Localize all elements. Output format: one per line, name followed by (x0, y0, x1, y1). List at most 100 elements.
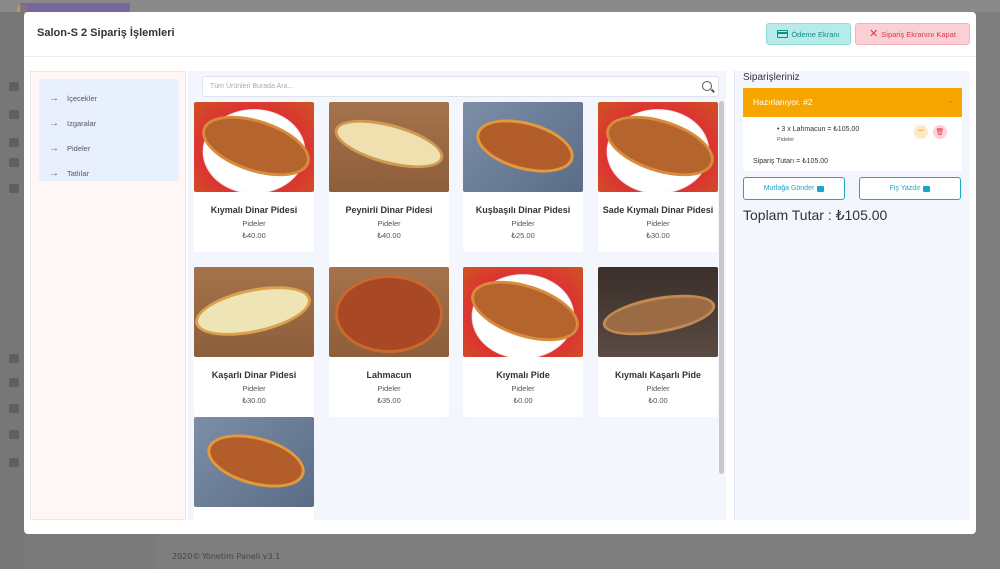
order-total: Toplam Tutar : ₺105.00 (743, 207, 888, 223)
printer-icon (817, 185, 825, 192)
product-name: Sade Kıymalı Dinar Pidesi (602, 205, 714, 215)
product-price: ₺0.00 (648, 396, 668, 405)
search-icon[interactable] (702, 81, 712, 91)
product-card[interactable]: Sade Kıymalı Dinar Pidesi Pideler ₺30.00 (598, 102, 718, 252)
product-panel: Tüm Ürünleri Burada Ara... Kıymalı Dinar… (188, 71, 726, 520)
product-card[interactable]: Peynirli Dinar Pidesi Pideler ₺40.00 (329, 102, 449, 267)
background-sidebar (0, 12, 24, 569)
order-status: Hazırlanıyor. #2 (753, 97, 813, 107)
product-name: Peynirli Dinar Pidesi (345, 205, 433, 215)
category-list: → İçecekler → Izgaralar → Pideler → Tatl… (39, 79, 179, 181)
product-card[interactable]: Kaşarlı Dinar Pidesi Pideler ₺30.00 (194, 267, 314, 417)
modal-header: Salon-S 2 Sipariş İşlemleri Ödeme Ekranı… (24, 12, 976, 57)
category-label: Pideler (67, 143, 91, 153)
home-icon (9, 82, 19, 91)
product-price: ₺40.00 (242, 231, 266, 240)
person-icon (9, 138, 19, 147)
product-name: Kıymalı Pide (496, 370, 550, 380)
payment-screen-label: Ödeme Ekranı (791, 29, 840, 39)
product-search-input[interactable]: Tüm Ürünleri Burada Ara... (202, 76, 719, 97)
close-icon: ✕ (869, 28, 879, 40)
menu-icon (9, 110, 19, 119)
search-placeholder: Tüm Ürünleri Burada Ara... (210, 83, 294, 90)
grid-icon (9, 184, 19, 193)
category-label: Tatlılar (67, 168, 90, 178)
chart-icon (9, 430, 19, 439)
product-name: Kıymalı Dinar Pidesi (210, 205, 298, 215)
product-card[interactable]: Kıymalı Dinar Pidesi Pideler ₺40.00 (194, 102, 314, 252)
product-name: Kuşbaşılı Dinar Pidesi (475, 205, 571, 215)
print-receipt-button[interactable]: Fiş Yazdır (859, 177, 961, 200)
send-to-kitchen-label: Mutfağa Gönder (763, 185, 815, 192)
user-circle-icon (9, 404, 19, 413)
users-icon (9, 458, 19, 467)
arrow-right-icon: → (49, 167, 59, 179)
product-name: Kaşarlı Dinar Pidesi (211, 370, 297, 380)
order-details: • 3 x Lahmacun = ₺105.00 Pideler − 🗑 Sip… (743, 117, 962, 171)
print-receipt-label: Fiş Yazdır (889, 185, 921, 192)
order-item-line: • 3 x Lahmacun = ₺105.00 (777, 126, 860, 133)
product-price: ₺40.00 (377, 231, 401, 240)
category-panel: → İçecekler → Izgaralar → Pideler → Tatl… (30, 71, 186, 520)
product-image (194, 417, 314, 507)
utensils-icon (9, 354, 19, 363)
chevron-down-icon: ⌄ (947, 96, 954, 105)
printer-icon (923, 185, 931, 192)
send-to-kitchen-button[interactable]: Mutfağa Gönder (743, 177, 845, 200)
background-header (0, 0, 1000, 12)
arrow-right-icon: → (49, 142, 59, 154)
product-category: Pideler (377, 219, 401, 228)
category-item-icecekler[interactable]: → İçecekler (49, 88, 97, 108)
product-category: Pideler (511, 219, 535, 228)
product-name: Kıymalı Kaşarlı Pide (614, 370, 702, 380)
product-price: ₺25.00 (511, 231, 535, 240)
product-price: ₺0.00 (513, 396, 533, 405)
payment-screen-button[interactable]: Ödeme Ekranı (766, 23, 851, 45)
category-label: İçecekler (67, 93, 98, 103)
delete-item-button[interactable]: 🗑 (933, 125, 947, 139)
product-category: Pideler (646, 219, 670, 228)
product-card[interactable]: Lahmacun Pideler ₺35.00 (329, 267, 449, 417)
truck-icon (9, 378, 19, 387)
close-order-screen-button[interactable]: ✕ Sipariş Ekranını Kapat (855, 23, 970, 45)
product-image (463, 267, 583, 357)
product-card[interactable] (194, 417, 314, 520)
order-modal: Salon-S 2 Sipariş İşlemleri Ödeme Ekranı… (24, 12, 976, 534)
category-item-tatlilar[interactable]: → Tatlılar (49, 163, 89, 183)
order-status-header[interactable]: Hazırlanıyor. #2 ⌄ (743, 88, 962, 117)
category-label: Izgaralar (67, 118, 97, 128)
close-order-screen-label: Sipariş Ekranını Kapat (881, 29, 956, 39)
product-card[interactable]: Kıymalı Pide Pideler ₺0.00 (463, 267, 583, 417)
modal-title: Salon-S 2 Sipariş İşlemleri (37, 27, 175, 39)
product-card[interactable]: Kıymalı Kaşarlı Pide Pideler ₺0.00 (598, 267, 718, 417)
order-subtotal: Sipariş Tutarı = ₺105.00 (753, 158, 829, 165)
product-name: Lahmacun (366, 370, 412, 380)
product-image (194, 267, 314, 357)
orders-title: Siparişleriniz (743, 72, 800, 83)
arrow-right-icon: → (49, 92, 59, 104)
footer-year: 2020© (172, 552, 201, 561)
product-price: ₺30.00 (242, 396, 266, 405)
decrease-quantity-button[interactable]: − (914, 125, 928, 139)
product-category: Pideler (242, 219, 266, 228)
footer-label: Yönetim Paneli v3.1 (202, 552, 281, 561)
product-image (598, 102, 718, 192)
product-image (463, 102, 583, 192)
product-image (329, 267, 449, 357)
product-image (329, 102, 449, 192)
arrow-right-icon: → (49, 117, 59, 129)
product-image (598, 267, 718, 357)
product-category: Pideler (511, 384, 535, 393)
order-item-text: 3 x Lahmacun = ₺105.00 (781, 126, 860, 133)
product-card[interactable]: Kuşbaşılı Dinar Pidesi Pideler ₺25.00 (463, 102, 583, 252)
credit-card-icon (777, 30, 789, 38)
background-footer: 2020© Yönetim Paneli v3.1 (156, 534, 976, 569)
product-price: ₺35.00 (377, 396, 401, 405)
product-category: Pideler (242, 384, 266, 393)
category-item-izgaralar[interactable]: → Izgaralar (49, 113, 96, 133)
background-right-edge (976, 12, 1000, 569)
orders-panel: Siparişleriniz Hazırlanıyor. #2 ⌄ • 3 x … (734, 71, 970, 520)
product-list-scrollbar[interactable] (719, 101, 724, 474)
category-item-pideler[interactable]: → Pideler (49, 138, 90, 158)
product-price: ₺30.00 (646, 231, 670, 240)
